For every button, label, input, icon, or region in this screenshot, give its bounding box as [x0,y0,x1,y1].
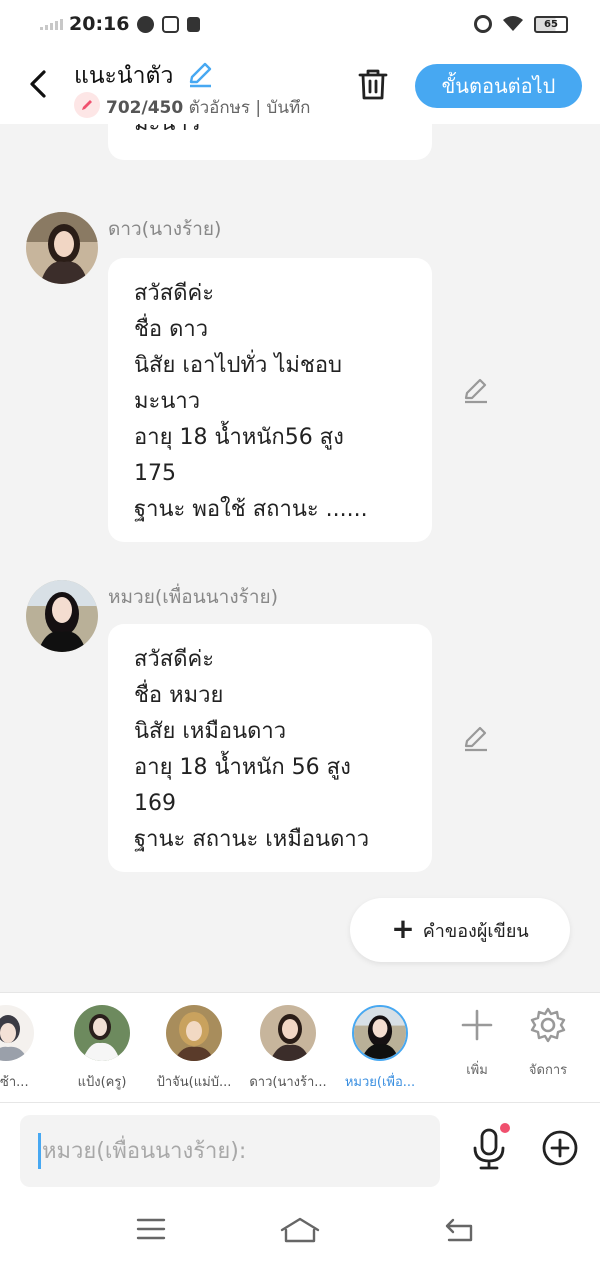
avatar-muay[interactable] [26,580,98,652]
microphone-icon[interactable] [470,1127,508,1171]
character-name: ป้าจัน(แม่บั... [156,1075,232,1090]
message-line: ฐานะ สถานะ เหมือนดาว [134,827,370,852]
character-avatar [74,1005,130,1061]
message-line: สวัสดีค่ะ [134,281,215,306]
character-avatar [260,1005,316,1061]
character-counter: 702/450 ตัวอักษร | บันทึก [106,94,310,121]
avatar-dao[interactable] [26,212,98,284]
character-avatar [166,1005,222,1061]
plus-icon: + [391,912,415,945]
character-item[interactable]: ซื่อซ้า... [0,1005,48,1092]
next-step-button[interactable]: ขั้นตอนต่อไป [415,64,582,108]
message-line: 169 [134,791,176,816]
messenger-icon [137,15,155,33]
message-bubble-partial: มะนาว [108,124,432,160]
character-item-selected[interactable]: หมวย(เพื่อ... [338,1005,422,1092]
back-nav-icon[interactable] [443,1216,475,1244]
message-line: นิสัย เหมือนดาว [134,719,287,744]
instagram-icon [162,15,180,33]
page-title: แนะนำตัว [74,63,174,89]
character-name: ซื่อซ้า... [0,1075,29,1090]
character-avatar [352,1005,408,1061]
edit-title-icon[interactable] [186,60,214,88]
message-line: นิสัย เอาไปทั่ว ไม่ชอบ [134,353,342,378]
manage-characters-button[interactable]: จัดการ [516,1005,580,1080]
message-line: ชื่อ หมวย [134,683,224,708]
character-item[interactable]: แป้ง(ครู) [60,1005,144,1092]
character-item[interactable]: ป้าจัน(แม่บั... [152,1005,236,1092]
sender-name-dao: ดาว(นางร้าย) [108,218,222,240]
battery-icon: 65 [534,15,568,33]
message-bubble-muay[interactable]: สวัสดีค่ะ ชื่อ หมวย นิสัย เหมือนดาว อายุ… [108,624,432,872]
message-line: มะนาว [134,124,412,142]
character-avatar [0,1005,34,1061]
char-count-suffix: ตัวอักษร | บันทึก [188,98,311,118]
pencil-badge-icon [74,92,100,118]
notification-icon [187,16,201,32]
author-note-button[interactable]: + คำของผู้เขียน [350,898,570,962]
plus-icon [461,1009,493,1041]
character-name: หมวย(เพื่อ... [344,1075,416,1090]
chat-area: มะนาว ดาว(นางร้าย) สวัสดีค่ะ ชื่อ ดาว นิ… [0,124,600,992]
wifi-icon [503,16,523,31]
char-count-value: 702/450 [106,98,184,118]
status-bar: 20:16 65 [0,0,600,48]
message-line: อายุ 18 น้ำหนัก56 สูง [134,425,344,450]
add-character-button[interactable]: เพิ่ม [445,1005,509,1080]
character-item[interactable]: ดาว(นางร้า... [246,1005,330,1092]
back-arrow-icon[interactable] [22,64,58,104]
sender-name-muay: หมวย(เพื่อนนางร้าย) [108,586,279,608]
message-input[interactable] [20,1115,440,1187]
character-name: ดาว(นางร้า... [249,1075,327,1090]
add-circle-icon[interactable] [541,1129,579,1167]
message-line: สวัสดีค่ะ [134,647,215,672]
top-header: แนะนำตัว 702/450 ตัวอักษร | บันทึก ขั้นต… [0,48,600,124]
status-time: 20:16 [69,13,130,35]
character-strip: ซื่อซ้า... แป้ง(ครู) ป้าจัน(แม่บั... ดาว… [0,992,600,1102]
message-line: ชื่อ ดาว [134,317,209,342]
system-nav-bar [0,1194,600,1267]
character-name: แป้ง(ครู) [77,1075,127,1090]
input-bar [0,1102,600,1194]
signal-icon [40,18,63,30]
gear-icon [530,1007,566,1043]
edit-message-icon[interactable] [462,376,490,404]
message-line: ฐานะ พอใช้ สถานะ ...... [134,497,368,522]
author-note-label: คำของผู้เขียน [422,920,529,942]
message-line: 175 [134,461,176,486]
home-icon[interactable] [280,1216,320,1244]
notification-dot [500,1123,510,1133]
message-bubble-dao[interactable]: สวัสดีค่ะ ชื่อ ดาว นิสัย เอาไปทั่ว ไม่ชอ… [108,258,432,542]
menu-icon[interactable] [136,1216,166,1242]
add-label: เพิ่ม [466,1063,488,1078]
edit-message-icon[interactable] [462,724,490,752]
message-line: มะนาว [134,389,201,414]
trash-icon[interactable] [356,66,390,102]
text-caret [38,1133,41,1169]
manage-label: จัดการ [528,1063,568,1078]
alarm-icon [474,15,492,33]
message-line: อายุ 18 น้ำหนัก 56 สูง [134,755,351,780]
